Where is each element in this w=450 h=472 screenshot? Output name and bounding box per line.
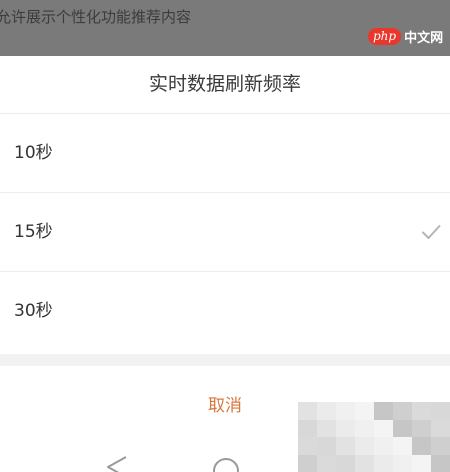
mosaic-cell (412, 402, 431, 420)
option-label: 10秒 (14, 143, 53, 163)
mosaic-cell (412, 454, 431, 472)
cancel-separator (0, 354, 450, 366)
mosaic-cell (393, 419, 412, 437)
mosaic-cell (336, 454, 355, 472)
mosaic-cell (298, 454, 317, 472)
watermark-php: php (368, 28, 402, 45)
watermark-logo: php 中文网 (368, 27, 443, 46)
back-triangle-icon[interactable] (104, 455, 130, 472)
mosaic-cell (317, 402, 336, 420)
mosaic-cell (336, 419, 355, 437)
option-30s[interactable]: 30秒 (0, 272, 450, 350)
mosaic-cell (336, 402, 355, 420)
mosaic-cell (374, 402, 393, 420)
mosaic-cell (412, 419, 431, 437)
mosaic-cell (317, 437, 336, 455)
mosaic-cell (298, 437, 317, 455)
mosaic-cell (374, 419, 393, 437)
mosaic-cell (298, 419, 317, 437)
option-label: 30秒 (14, 301, 53, 321)
mosaic-cell (374, 437, 393, 455)
mosaic-cell (412, 437, 431, 455)
mosaic-cell (431, 419, 450, 437)
check-icon (422, 225, 441, 239)
mosaic-cell (393, 402, 412, 420)
mosaic-cell (355, 437, 374, 455)
option-10s[interactable]: 10秒 (0, 114, 450, 192)
option-15s[interactable]: 15秒 (0, 193, 450, 271)
mosaic-cell (355, 402, 374, 420)
mosaic-cell (374, 454, 393, 472)
watermark-cn: 中文网 (404, 31, 444, 46)
mosaic-cell (431, 437, 450, 455)
mosaic-cell (336, 437, 355, 455)
mosaic-cell (431, 454, 450, 472)
mosaic-cell (393, 454, 412, 472)
mosaic-cell (355, 419, 374, 437)
dialog-title: 实时数据刷新频率 (148, 73, 301, 95)
mosaic-cell (355, 454, 374, 472)
mosaic-cell (298, 402, 317, 420)
blurred-region (298, 402, 450, 472)
mosaic-cell (317, 454, 336, 472)
option-label: 15秒 (14, 222, 53, 242)
background-setting-text: 允许展示个性化功能推荐内容 (0, 8, 192, 26)
mosaic-cell (431, 402, 450, 420)
mosaic-cell (393, 437, 412, 455)
mosaic-cell (317, 419, 336, 437)
